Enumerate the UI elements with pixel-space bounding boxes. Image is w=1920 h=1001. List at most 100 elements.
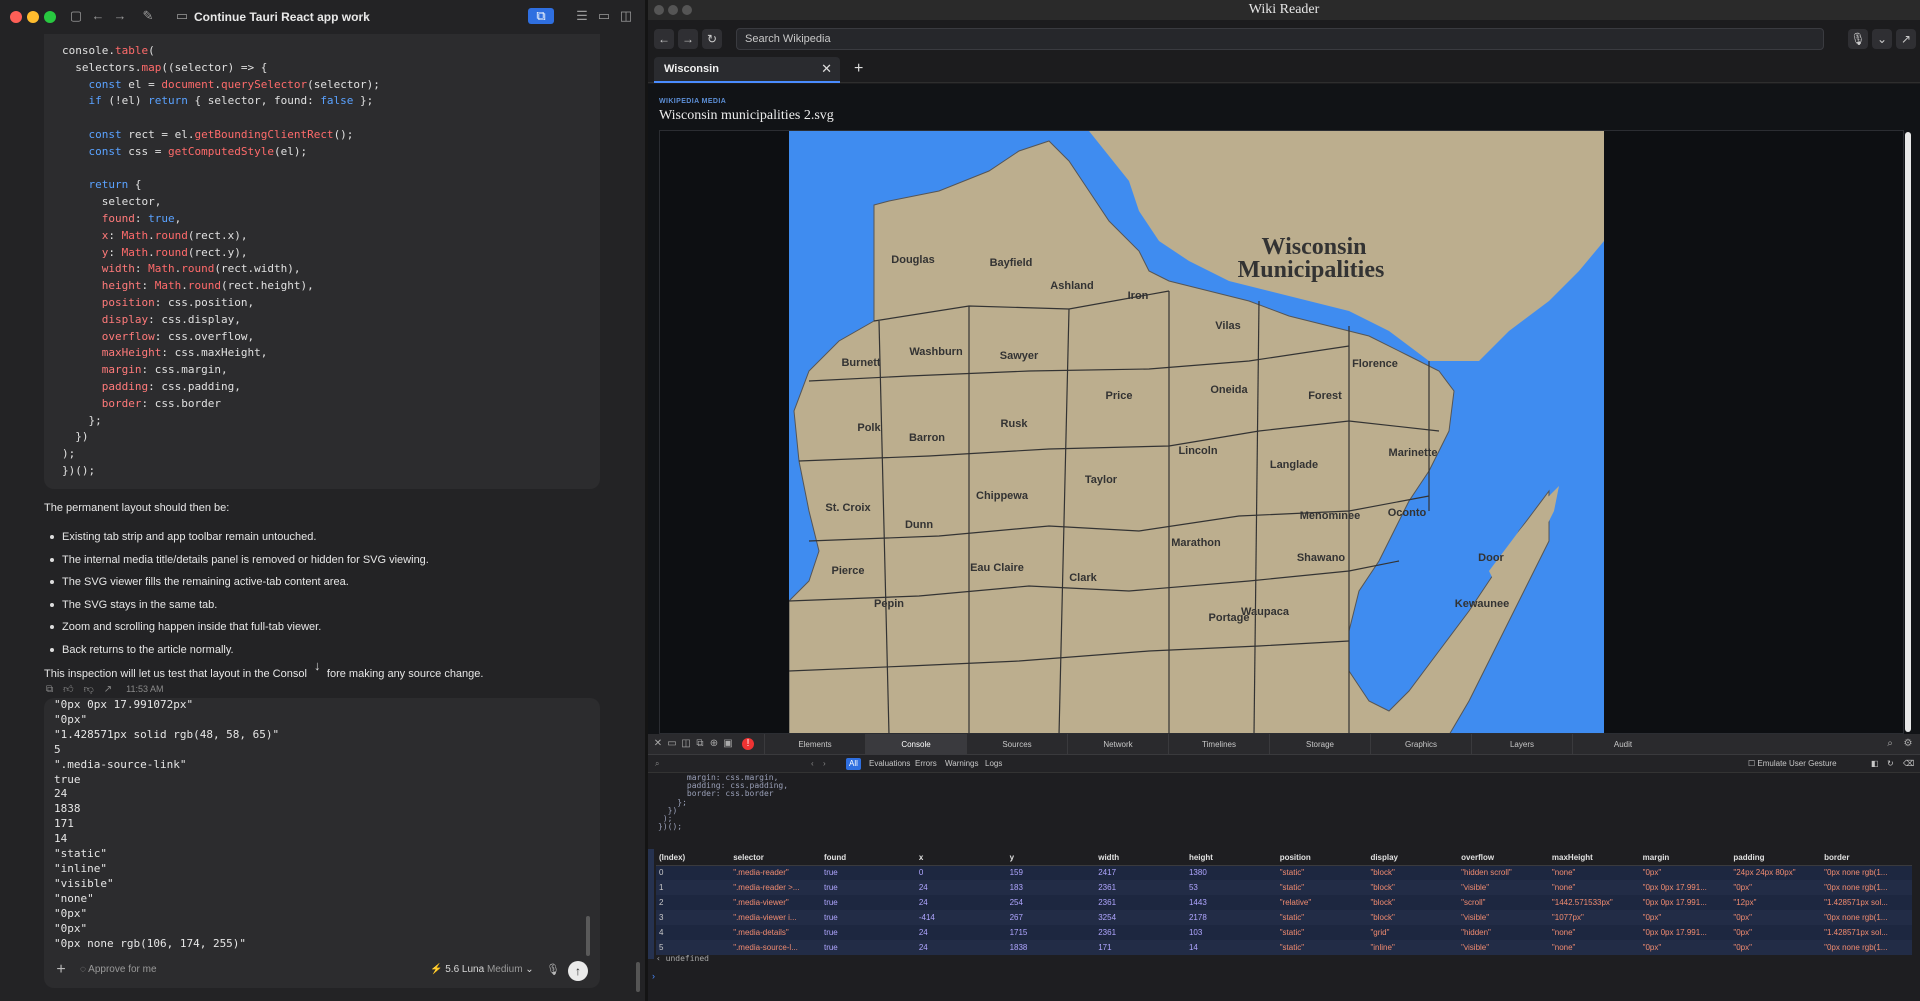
open-external-icon[interactable]: ↗ [1896, 29, 1916, 49]
close-inspector-icon[interactable]: ✕ [652, 738, 664, 750]
forward-arrow-icon[interactable]: → [112, 8, 128, 24]
composer[interactable]: "0px 0px 17.991072px" "0px" "1.428571px so… [44, 698, 600, 988]
table-row[interactable]: 4 ".media-details" true 24 1715 2361 103 "stati… [656, 925, 1912, 940]
table-row[interactable]: 5 ".media-source-l... true 24 1838 171 14 "stat… [656, 940, 1912, 955]
approve-for-me-toggle[interactable]: ◌ Approve for me [80, 964, 157, 975]
table-row[interactable]: 1 ".media-reader >... true 24 183 2361 53 "stat… [656, 880, 1912, 895]
column-header[interactable]: border [1821, 850, 1912, 866]
column-header[interactable]: width [1095, 850, 1186, 866]
dock-side-icon[interactable]: ◫ [680, 738, 692, 750]
microphone-icon[interactable]: 🎙︎ [546, 963, 560, 977]
tab-layers[interactable]: Layers [1471, 734, 1572, 755]
minimize-window-button[interactable] [27, 11, 39, 23]
table-row[interactable]: 0 ".media-reader" true 0 159 2417 1380 "static"… [656, 865, 1912, 880]
filter-logs[interactable]: Logs [982, 758, 1005, 770]
column-header[interactable]: (Index) [656, 850, 731, 866]
column-header[interactable]: y [1006, 850, 1096, 866]
add-attachment-button[interactable]: + [52, 961, 70, 979]
diff-icon[interactable]: ☰ [574, 8, 590, 24]
tab-elements[interactable]: Elements [764, 734, 865, 755]
open-in-app-icon[interactable]: ⧉ [528, 8, 554, 24]
filter-all[interactable]: All [846, 758, 861, 770]
minimize-window-button[interactable] [668, 5, 678, 15]
filter-errors[interactable]: Errors [912, 758, 940, 770]
table-cell: "1077px" [1551, 913, 1584, 922]
tab-timelines[interactable]: Timelines [1168, 734, 1269, 755]
web-inspector: ✕ ▭ ◫ ⧉ ⊕ ▣ ! Elements Console Sources Netw… [648, 734, 1920, 1001]
console-prompt[interactable]: › [652, 971, 655, 981]
inspector-tab-bar: ✕ ▭ ◫ ⧉ ⊕ ▣ ! Elements Console Sources Netw… [648, 734, 1920, 755]
tab-sources[interactable]: Sources [966, 734, 1067, 755]
toggle-sidebar-icon[interactable]: ◧ [1868, 758, 1882, 770]
send-button[interactable]: ↑ [568, 961, 588, 981]
console-code-line: }) [658, 805, 678, 815]
clear-console-icon[interactable]: ⌫ [1900, 758, 1917, 770]
chat-scrollbar[interactable] [636, 962, 640, 992]
filter-warnings[interactable]: Warnings [942, 758, 982, 770]
search-icon[interactable]: ⌕ [1884, 738, 1896, 750]
microphone-icon[interactable]: 🎙︎ [1848, 29, 1868, 49]
back-arrow-icon[interactable]: ← [90, 8, 106, 24]
new-chat-icon[interactable]: ✎ [140, 8, 156, 24]
column-header[interactable]: margin [1639, 850, 1731, 866]
tab-console[interactable]: Console [865, 734, 966, 755]
emulate-user-gesture-label: Emulate User Gesture [1757, 759, 1837, 768]
error-badge-icon[interactable]: ! [742, 738, 754, 750]
column-header[interactable]: height [1185, 850, 1277, 866]
viewer-scrollbar[interactable] [1905, 132, 1911, 732]
new-tab-button[interactable]: + [854, 60, 863, 78]
device-icon[interactable]: ▣ [722, 738, 734, 750]
emulate-user-gesture-checkbox[interactable]: ☐ Emulate User Gesture [1745, 758, 1840, 770]
column-header[interactable]: x [915, 850, 1007, 866]
filter-icon[interactable]: ⌕ [652, 758, 662, 770]
table-row[interactable]: 3 ".media-viewer i... true -414 267 3254 2178 "… [656, 910, 1912, 925]
copy-icon[interactable]: ⧉ [46, 684, 53, 695]
county-label: Marinette [1389, 447, 1438, 459]
column-header[interactable]: padding [1730, 850, 1822, 866]
share-icon[interactable]: ↗ [104, 684, 112, 695]
zoom-window-button[interactable] [682, 5, 692, 15]
thumbs-down-icon[interactable]: 👎︎ [84, 683, 94, 695]
thumbs-up-icon[interactable]: 👍︎ [63, 683, 73, 695]
back-button[interactable]: ← [654, 29, 674, 49]
tab-storage[interactable]: Storage [1269, 734, 1370, 755]
close-tab-icon[interactable]: ✕ [821, 61, 832, 77]
column-header[interactable]: selector [730, 850, 821, 866]
more-options-icon[interactable]: ⋯ [354, 8, 370, 24]
model-selector[interactable]: ⚡ 5.6 Luna Medium ⌄ [430, 964, 534, 975]
chevron-down-icon[interactable]: ⌄ [1872, 29, 1892, 49]
reload-button[interactable]: ↻ [702, 29, 722, 49]
forward-button[interactable]: → [678, 29, 698, 49]
target-icon[interactable]: ⊕ [708, 738, 720, 750]
close-window-button[interactable] [654, 5, 664, 15]
composer-input[interactable]: "0px 0px 17.991072px" "0px" "1.428571px so… [54, 698, 584, 955]
undock-icon[interactable]: ⧉ [694, 738, 706, 750]
panel-icon[interactable]: ◫ [618, 8, 634, 24]
composer-scrollbar[interactable] [586, 916, 590, 956]
tab-audit[interactable]: Audit [1572, 734, 1673, 755]
column-header[interactable]: found [820, 850, 916, 866]
close-window-button[interactable] [10, 11, 22, 23]
search-input[interactable]: Search Wikipedia [736, 28, 1824, 50]
scroll-down-arrow-icon[interactable]: ↓ [314, 659, 328, 673]
tab-wisconsin[interactable]: Wisconsin ✕ [654, 57, 840, 83]
terminal-icon[interactable]: ▭ [596, 8, 612, 24]
table-cell: "static" [1279, 883, 1305, 892]
zoom-window-button[interactable] [44, 11, 56, 23]
tab-network[interactable]: Network [1067, 734, 1168, 755]
tab-strip: Wisconsin ✕ + [648, 57, 1920, 83]
table-row[interactable]: 2 ".media-viewer" true 24 254 2361 1443 "relati… [656, 895, 1912, 910]
tab-graphics[interactable]: Graphics [1370, 734, 1471, 755]
prev-arrow-icon[interactable]: ‹ [808, 758, 817, 770]
column-header[interactable]: overflow [1458, 850, 1549, 866]
media-viewer[interactable]: Douglas Bayfield Ashland Iron Vilas Burnett Wa… [659, 130, 1904, 734]
column-header[interactable]: maxHeight [1548, 850, 1640, 866]
filter-evaluations[interactable]: Evaluations [866, 758, 913, 770]
dock-bottom-icon[interactable]: ▭ [666, 738, 678, 750]
next-arrow-icon[interactable]: › [820, 758, 829, 770]
column-header[interactable]: display [1367, 850, 1459, 866]
column-header[interactable]: position [1276, 850, 1368, 866]
refresh-icon[interactable]: ↻ [1884, 758, 1897, 770]
settings-gear-icon[interactable]: ⚙ [1902, 738, 1914, 750]
sidebar-toggle-icon[interactable]: ▢ [68, 8, 84, 24]
